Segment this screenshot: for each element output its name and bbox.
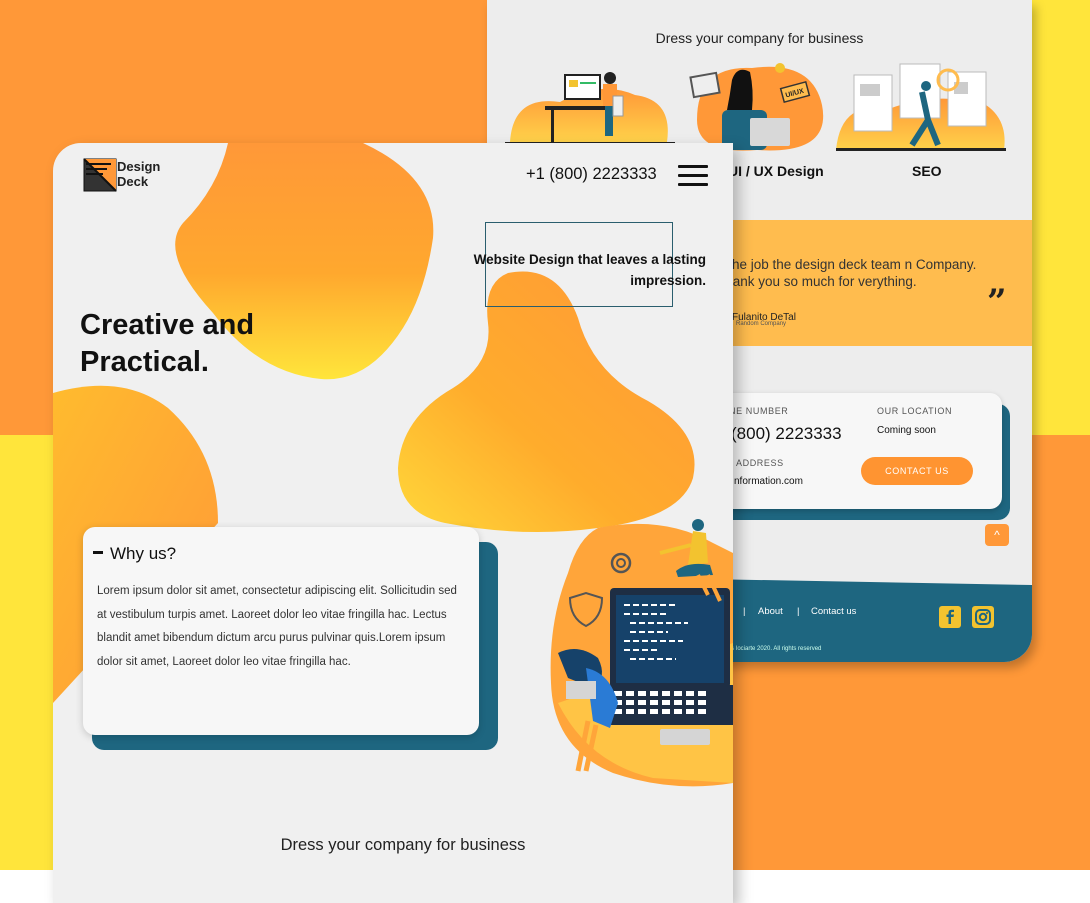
services-section-title-front: Dress your company for business	[280, 836, 526, 854]
testimonial-text: h the job the design deck team n Company…	[717, 257, 977, 289]
hero-tagline: Website Design that leaves a lasting imp…	[473, 252, 706, 288]
footer-link-contact[interactable]: Contact us	[811, 606, 856, 617]
hero-heading: Creative and Practical.	[80, 307, 254, 381]
phone-value: (800) 2223333	[731, 424, 842, 443]
location-label: OUR LOCATION	[877, 406, 953, 416]
email-value: nformation.com	[734, 476, 803, 487]
service-label-ui-ux: UI / UX Design	[728, 163, 824, 179]
front-page-mockup: Design Deck +1 (800) 2223333 Website Des…	[53, 143, 733, 903]
why-us-body: Lorem ipsum dolor sit amet, consectetur …	[97, 585, 457, 668]
service-label-seo: SEO	[912, 163, 942, 179]
email-label: ADDRESS	[736, 458, 784, 468]
hero-heading-line-1: Creative and	[80, 309, 255, 341]
contact-us-button[interactable]: CONTACT US	[861, 457, 973, 485]
footer-divider: |	[743, 606, 746, 617]
developer-illustration	[558, 519, 733, 772]
scroll-to-top-button[interactable]: ^	[985, 524, 1009, 546]
collapse-dash-icon[interactable]	[93, 551, 103, 554]
seo-illustration	[836, 63, 1006, 151]
quote-icon: ”	[987, 282, 1007, 322]
instagram-icon[interactable]	[972, 606, 994, 628]
testimonial-company: Random Company	[736, 321, 787, 327]
logo-line-2: Deck	[117, 174, 149, 189]
why-us-title[interactable]: Why us?	[110, 544, 176, 564]
footer-divider: |	[797, 606, 800, 617]
footer-link-about[interactable]: About	[758, 606, 783, 617]
hero-heading-line-2: Practical.	[80, 346, 209, 378]
services-section-title: Dress your company for business	[655, 30, 864, 46]
location-value: Coming soon	[877, 425, 936, 436]
logo-line-1: Design	[117, 159, 161, 174]
phone-label: NE NUMBER	[729, 406, 789, 416]
hamburger-menu-icon[interactable]	[678, 165, 708, 187]
facebook-icon[interactable]	[939, 606, 961, 628]
why-us-card: Why us? Lorem ipsum dolor sit amet, cons…	[83, 527, 479, 735]
footer-copyright: s Iociarte 2020. All rights reserved	[731, 646, 822, 652]
logo-wordmark[interactable]: Design Deck	[117, 159, 160, 189]
header-phone[interactable]: +1 (800) 2223333	[526, 165, 657, 184]
